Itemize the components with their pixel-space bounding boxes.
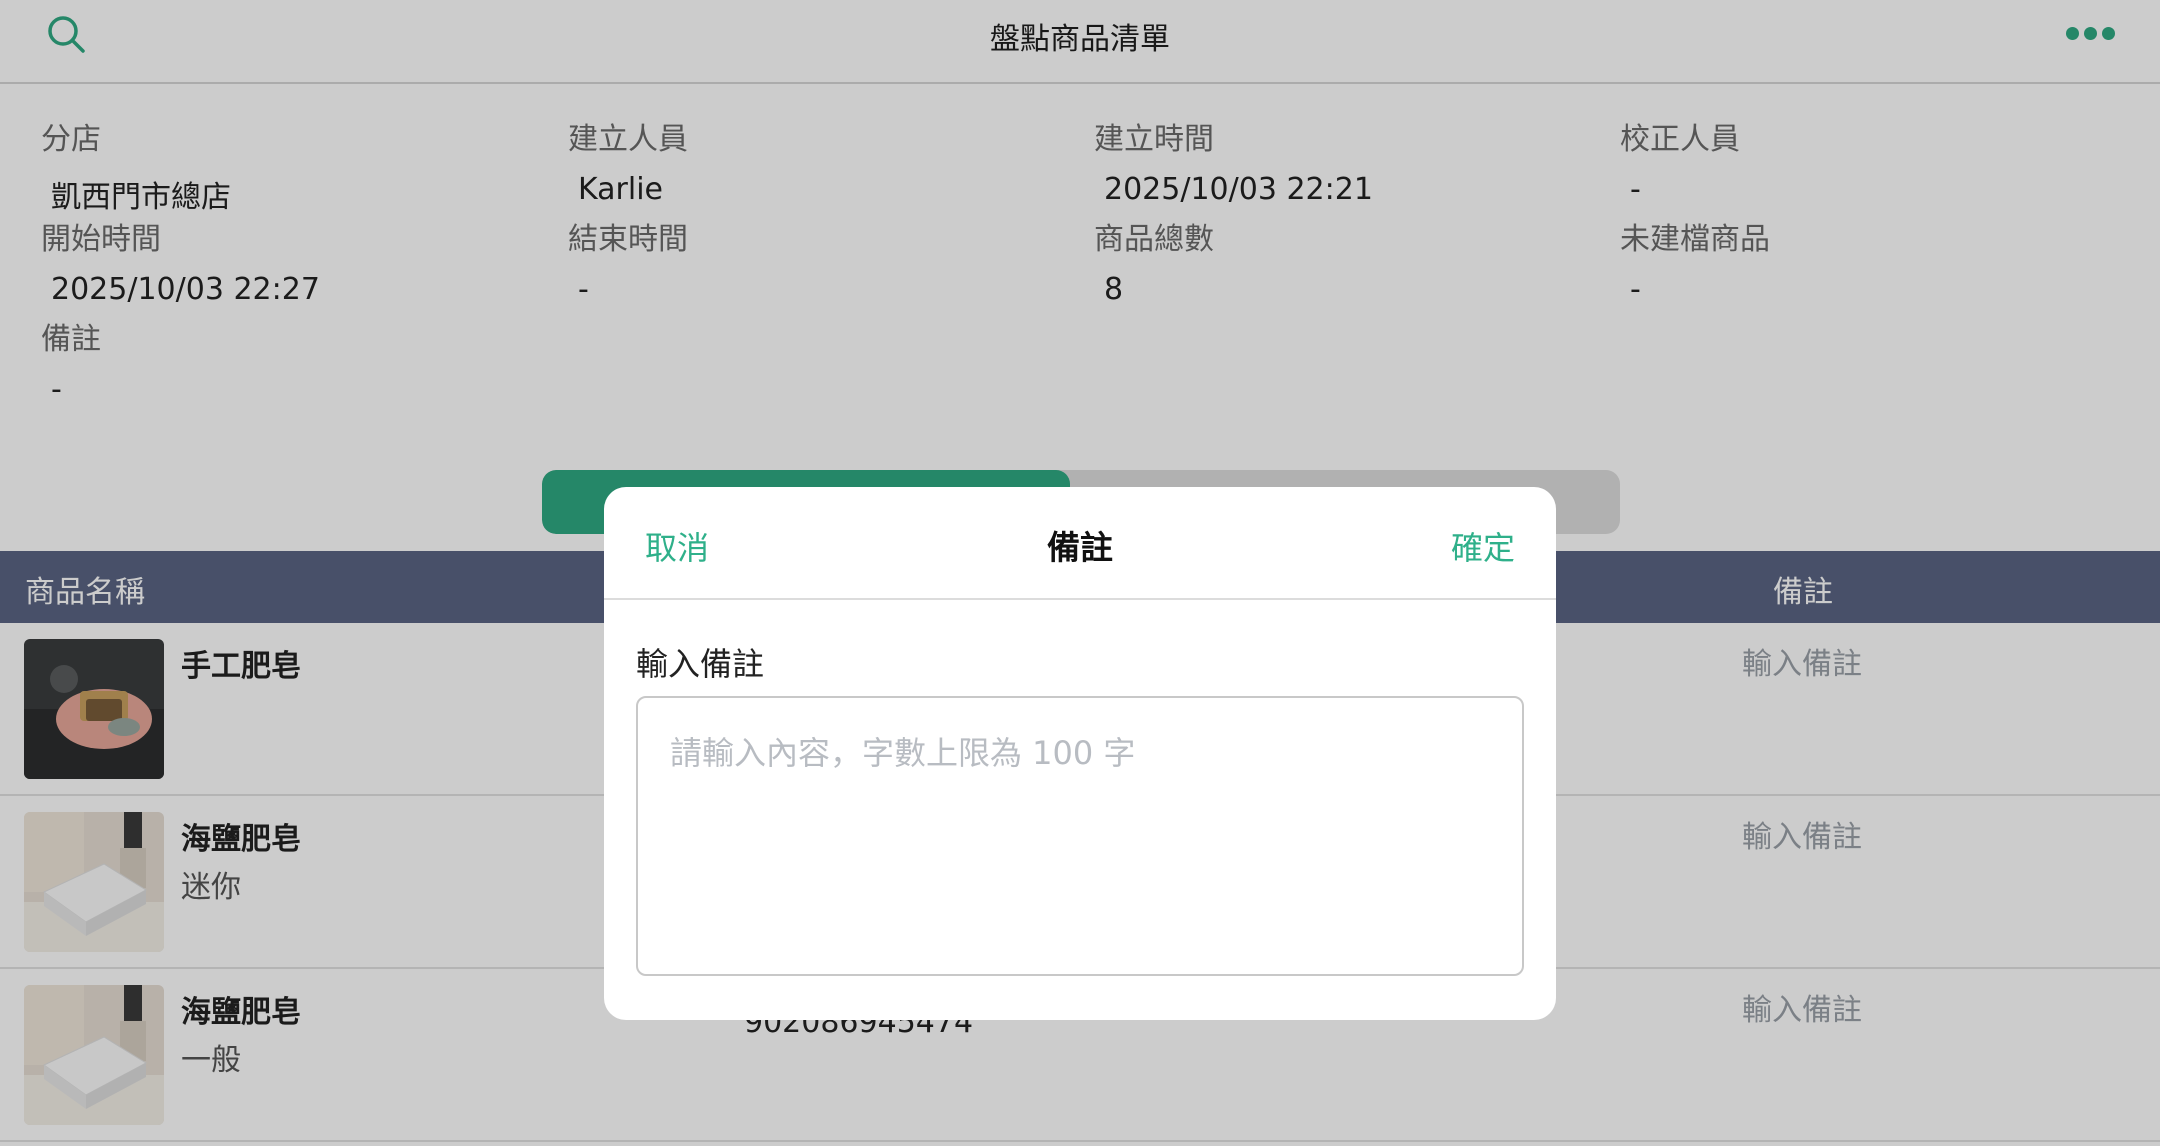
modal-header: 取消 備註 確定 bbox=[604, 487, 1556, 600]
modal-title: 備註 bbox=[1047, 528, 1113, 567]
note-modal: 取消 備註 確定 輸入備註 bbox=[604, 487, 1556, 1020]
note-field-label: 輸入備註 bbox=[636, 645, 765, 683]
note-textarea[interactable] bbox=[636, 696, 1524, 976]
confirm-button[interactable]: 確定 bbox=[1451, 523, 1515, 569]
